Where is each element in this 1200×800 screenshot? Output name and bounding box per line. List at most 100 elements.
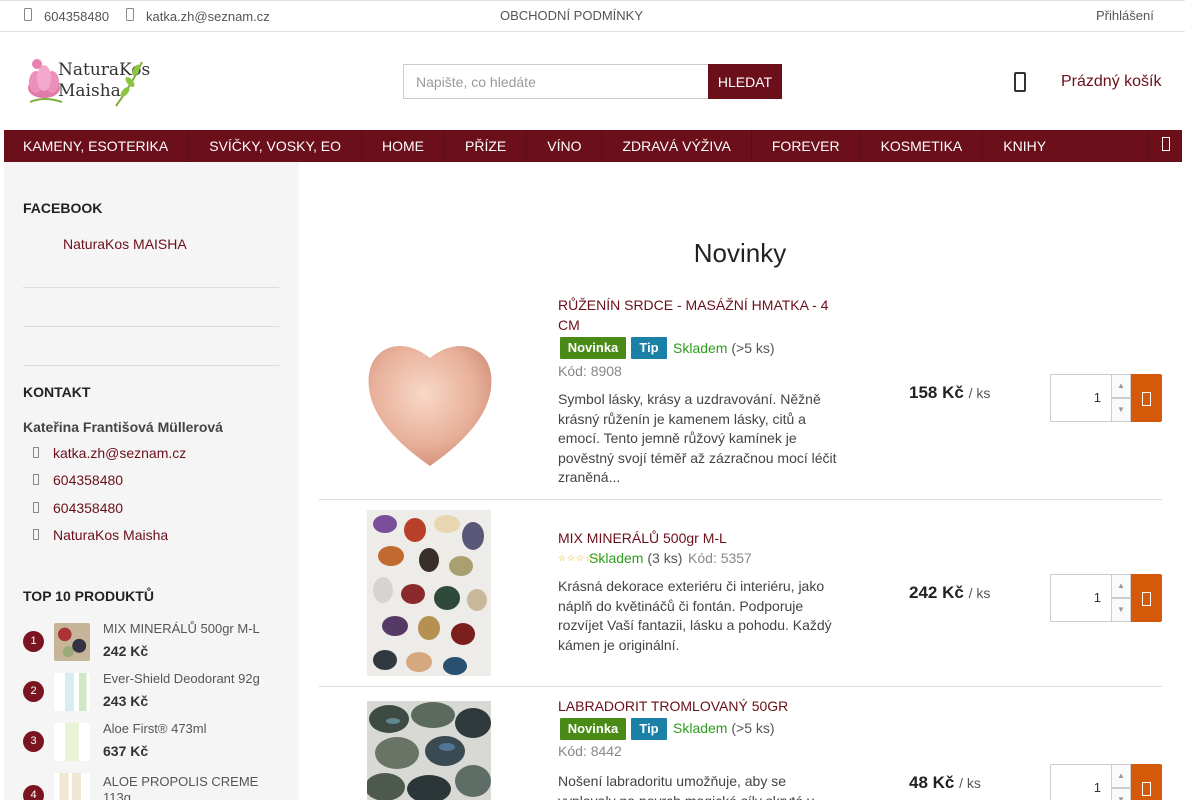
stock-text: Skladem: [589, 550, 644, 566]
product-thumbnail[interactable]: [54, 723, 90, 761]
product-thumbnail[interactable]: [54, 673, 90, 711]
badge-tip: Tip: [631, 718, 667, 740]
top-product-price: 637 Kč: [103, 743, 149, 759]
rank-badge: 3: [23, 731, 44, 752]
product-thumbnail[interactable]: [54, 773, 90, 800]
top-product-name[interactable]: Ever-Shield Deodorant 92g: [103, 671, 283, 687]
product-price: 158 Kč / ks: [909, 383, 990, 403]
nav-more-icon[interactable]: [1148, 130, 1182, 162]
stock-qty: (>5 ks): [731, 340, 775, 356]
stock-qty: (3 ks): [647, 550, 683, 566]
price-unit: / ks: [968, 385, 991, 401]
nav-item-knihy[interactable]: KNIHY: [983, 130, 1066, 162]
quantity-increase-icon[interactable]: ▲: [1111, 374, 1131, 398]
add-to-cart-button[interactable]: [1131, 574, 1162, 622]
product-name[interactable]: LABRADORIT TROMLOVANÝ 50GR: [558, 696, 840, 716]
nav-item-svicky[interactable]: SVÍČKY, VOSKY, EO: [189, 130, 363, 162]
product-image[interactable]: [367, 510, 491, 676]
top-product-item[interactable]: 3 Aloe First® 473ml 637 Kč: [23, 719, 283, 767]
divider: [23, 365, 279, 366]
add-to-cart-button[interactable]: [1131, 374, 1162, 422]
contact-name: Kateřina Františová Müllerová: [23, 419, 223, 435]
product-image[interactable]: [347, 318, 513, 474]
top-product-item[interactable]: 1 MIX MINERÁLŮ 500gr M-L 242 Kč: [23, 619, 283, 667]
topbar-email[interactable]: katka.zh@seznam.cz: [126, 8, 270, 24]
quantity-increase-icon[interactable]: ▲: [1111, 764, 1131, 788]
login-link[interactable]: Přihlášení: [1096, 8, 1154, 23]
nav-item-vino[interactable]: VÍNO: [527, 130, 603, 162]
nav-item-forever[interactable]: FOREVER: [752, 130, 861, 162]
product-divider: [319, 686, 1162, 687]
top-product-name[interactable]: ALOE PROPOLIS CREME 113g: [103, 774, 283, 800]
price-value: 48 Kč: [909, 773, 955, 792]
top-product-price: 243 Kč: [103, 693, 149, 709]
facebook-icon: [33, 529, 39, 543]
divider: [23, 287, 279, 288]
facebook-link[interactable]: NaturaKos MAISHA: [63, 236, 187, 252]
cart-icon[interactable]: [1014, 72, 1026, 92]
nav-item-home[interactable]: HOME: [362, 130, 446, 162]
quantity-input[interactable]: 1: [1050, 374, 1112, 422]
topbar-phone[interactable]: 604358480: [24, 8, 109, 24]
nav-item-zdrava-vyziva[interactable]: ZDRAVÁ VÝŽIVA: [602, 130, 752, 162]
rank-badge: 4: [23, 785, 44, 800]
product-description: Krásná dekorace exteriéru či interiéru, …: [558, 578, 832, 653]
top-product-item[interactable]: 4 ALOE PROPOLIS CREME 113g: [23, 769, 283, 800]
top-product-item[interactable]: 2 Ever-Shield Deodorant 92g 243 Kč: [23, 669, 283, 717]
quantity-input[interactable]: 1: [1050, 574, 1112, 622]
topbar-phone-text: 604358480: [44, 8, 110, 24]
mobile-icon: [33, 502, 39, 516]
divider: [23, 326, 279, 327]
badge-new: Novinka: [560, 337, 626, 359]
top-product-name[interactable]: Aloe First® 473ml: [103, 721, 283, 737]
price-unit: / ks: [968, 585, 991, 601]
contact-phone[interactable]: 604358480: [53, 472, 123, 488]
nav-item-kosmetika[interactable]: KOSMETIKA: [861, 130, 984, 162]
price-value: 158 Kč: [909, 383, 964, 402]
product-description: Symbol lásky, krásy a uzdravování. Něžně…: [558, 391, 837, 486]
search-input[interactable]: Napište, co hledáte: [403, 64, 709, 99]
stock-qty: (>5 ks): [731, 720, 775, 736]
sidebar: FACEBOOK NaturaKos MAISHA KONTAKT Kateři…: [4, 162, 299, 800]
product-image[interactable]: [367, 701, 491, 800]
top-product-name[interactable]: MIX MINERÁLŮ 500gr M-L: [103, 621, 283, 637]
cart-label[interactable]: Prázdný košík: [1061, 73, 1161, 91]
product-thumbnail[interactable]: [54, 623, 90, 661]
contact-email[interactable]: katka.zh@seznam.cz: [53, 445, 186, 461]
product-code: Kód: 8908: [558, 363, 622, 379]
cart-add-icon: [1142, 392, 1151, 407]
nav-item-kameny[interactable]: KAMENY, ESOTERIKA: [4, 130, 190, 162]
facebook-heading: FACEBOOK: [23, 200, 103, 216]
stock-text: Skladem: [673, 340, 728, 356]
product-name[interactable]: RŮŽENÍN SRDCE - MASÁŽNÍ HMATKA - 4 CM: [558, 295, 840, 335]
product-name[interactable]: MIX MINERÁLŮ 500gr M-L: [558, 528, 840, 548]
rank-badge: 1: [23, 631, 44, 652]
top-bar: 604358480 katka.zh@seznam.cz OBCHODNÍ PO…: [0, 0, 1185, 32]
contact-heading: KONTAKT: [23, 384, 91, 400]
contact-facebook[interactable]: NaturaKos Maisha: [53, 527, 168, 543]
price-unit: / ks: [959, 775, 981, 791]
search-button[interactable]: HLEDAT: [708, 64, 782, 99]
quantity-decrease-icon[interactable]: ▼: [1111, 598, 1131, 622]
quantity-input[interactable]: 1: [1050, 764, 1112, 800]
topbar-email-text: katka.zh@seznam.cz: [146, 8, 270, 24]
cart-add-icon: [1142, 782, 1151, 797]
nav-item-prize[interactable]: PŘÍZE: [445, 130, 528, 162]
product-divider: [319, 499, 1162, 500]
logo[interactable]: NaturaKos Maisha: [24, 56, 150, 110]
leaf-decoration-icon: [115, 61, 143, 107]
stock-text: Skladem: [673, 720, 728, 736]
product-code: Kód: 8442: [558, 743, 622, 759]
quantity-decrease-icon[interactable]: ▼: [1111, 398, 1131, 422]
contact-phone-2[interactable]: 604358480: [53, 500, 123, 516]
phone-icon: [33, 474, 39, 488]
product-price: 48 Kč / ks: [909, 773, 981, 793]
page-title: Novinky: [693, 238, 787, 268]
price-value: 242 Kč: [909, 583, 964, 602]
terms-link[interactable]: OBCHODNÍ PODMÍNKY: [500, 8, 643, 23]
add-to-cart-button[interactable]: [1131, 764, 1162, 800]
stock-status: Skladem (>5 ks): [673, 720, 775, 736]
quantity-increase-icon[interactable]: ▲: [1111, 574, 1131, 598]
quantity-decrease-icon[interactable]: ▼: [1111, 788, 1131, 800]
product-price: 242 Kč / ks: [909, 583, 990, 603]
